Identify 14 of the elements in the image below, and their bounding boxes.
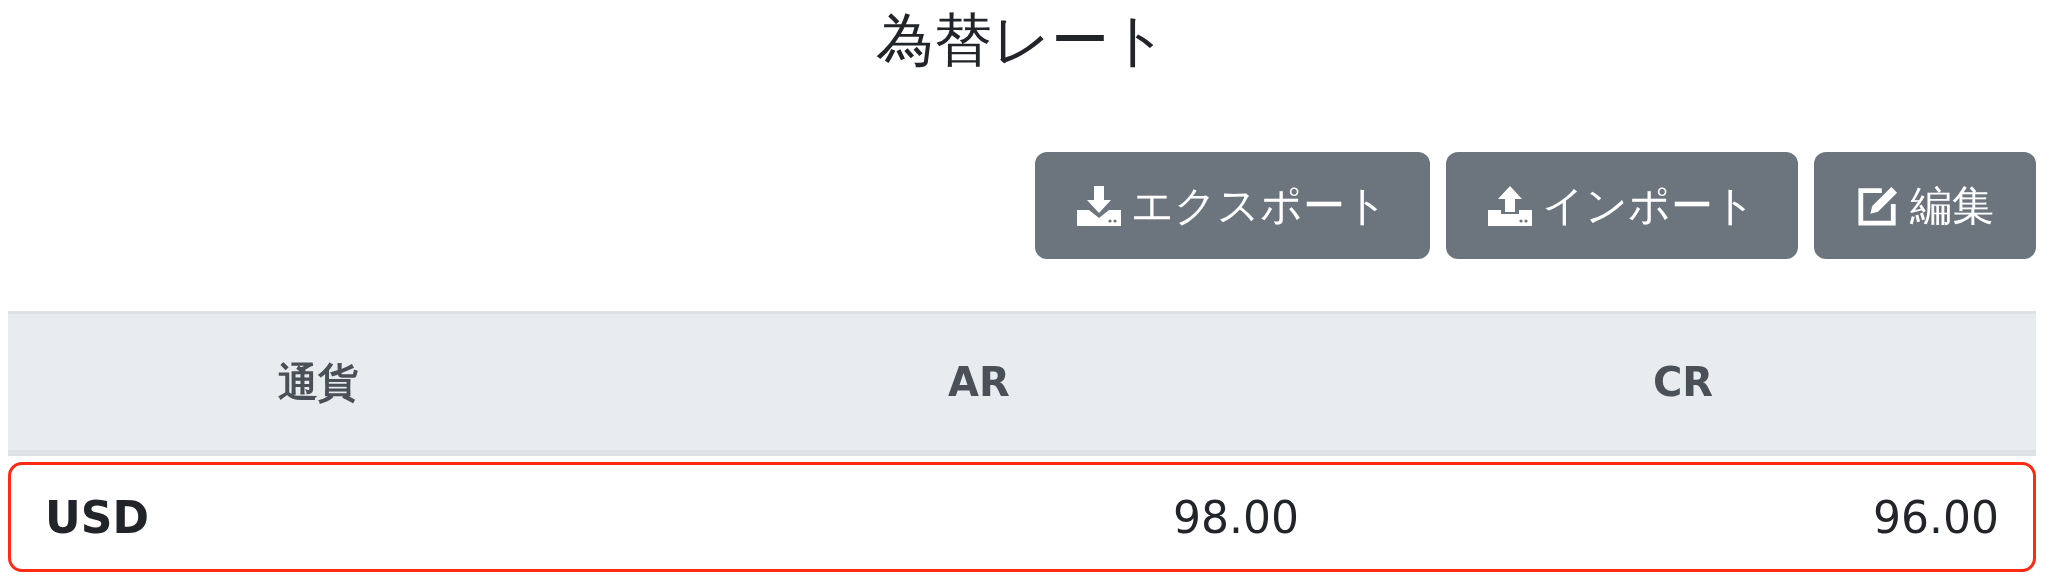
table-cell-text: 98.00 — [1172, 491, 1300, 543]
column-header: AR — [947, 359, 1011, 405]
export-button[interactable]: エクスポート — [1035, 152, 1430, 259]
column-header: CR — [1651, 359, 1715, 405]
page-title: 為替レート — [875, 5, 1169, 76]
import-button[interactable]: インポート — [1446, 152, 1798, 259]
edit-icon — [1856, 184, 1900, 227]
table-row[interactable]: USD 98.00 96.00 — [8, 462, 2036, 572]
column-header: 通貨 — [277, 357, 359, 407]
download-icon — [1077, 184, 1121, 227]
edit-button[interactable]: 編集 — [1814, 152, 2036, 259]
table-cell-text: USD — [44, 491, 150, 543]
table-cell-text: 96.00 — [1872, 491, 2000, 543]
upload-icon — [1488, 184, 1532, 227]
